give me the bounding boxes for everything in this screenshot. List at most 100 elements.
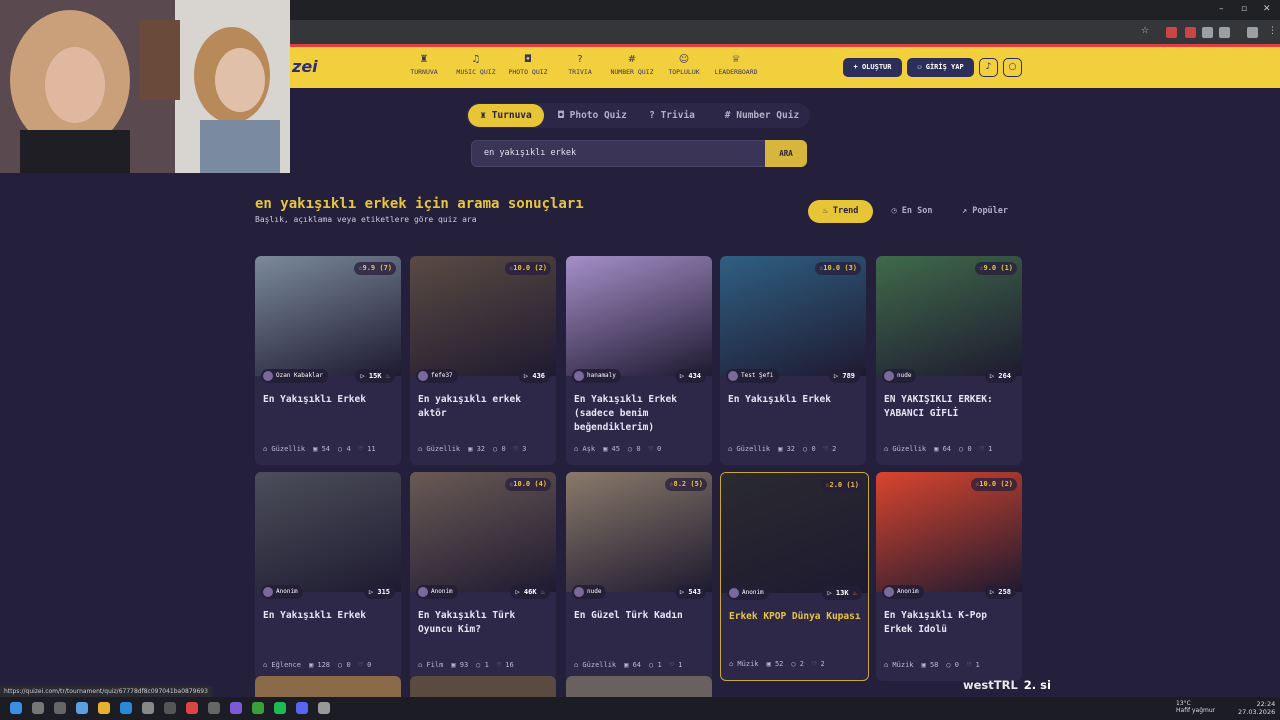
author-chip[interactable]: Anonim — [727, 586, 769, 600]
menu-kebab-icon[interactable]: ⋮ — [1268, 26, 1277, 36]
extensions-puzzle-icon[interactable] — [1219, 27, 1230, 38]
tab-photo-quiz[interactable]: ◘ Photo Quiz — [551, 104, 634, 127]
extension-icon[interactable] — [1202, 27, 1213, 38]
search-input[interactable]: en yakışıklı erkek — [471, 140, 766, 167]
quiz-card-peek[interactable] — [410, 676, 556, 697]
quiz-title[interactable]: En yakışıklı erkek aktör — [418, 393, 550, 421]
play-count-value: ▷ 789 — [833, 372, 855, 380]
like-count[interactable]: ♡ 0 — [359, 661, 372, 669]
login-button[interactable]: ⚇ GİRİŞ YAP — [907, 58, 974, 77]
create-button[interactable]: + OLUŞTUR — [843, 58, 902, 77]
quiz-card[interactable]: ☆10.0 (3) Test Şefi ▷ 789 En Yakışıklı Erke… — [720, 256, 866, 465]
category-tag[interactable]: ⌂ Aşk — [574, 445, 595, 453]
quiz-card[interactable]: ☆10.0 (2) fefe37 ▷ 436 En yakışıklı erkek a… — [410, 256, 556, 465]
start-icon[interactable] — [10, 702, 22, 714]
restore-icon[interactable]: ▫ — [1241, 4, 1247, 14]
discord-icon[interactable] — [296, 702, 308, 714]
author-chip[interactable]: fefe37 — [416, 369, 458, 383]
edge-icon[interactable] — [120, 702, 132, 714]
quiz-card-peek[interactable] — [255, 676, 401, 697]
quiz-card[interactable]: ☆10.0 (2) Anonim ▷ 258 En Yakışıklı K-Pop E… — [876, 472, 1022, 681]
task-view-icon[interactable] — [54, 702, 66, 714]
close-icon[interactable]: ✕ — [1263, 4, 1271, 14]
bell-icon[interactable]: ♪ — [979, 58, 998, 77]
quiz-title[interactable]: En Yakışıklı Erkek — [728, 393, 860, 407]
tab-trivia[interactable]: ? Trivia — [641, 104, 703, 127]
search-taskbar-icon[interactable] — [32, 702, 44, 714]
xbox-icon[interactable] — [252, 702, 264, 714]
category-tag[interactable]: ⌂ Güzellik — [884, 445, 926, 453]
system-clock[interactable]: 22:24 27.03.2026 — [1238, 700, 1275, 716]
like-count[interactable]: ♡ 11 — [359, 445, 376, 453]
like-count[interactable]: ♡ 3 — [514, 445, 527, 453]
quiz-card[interactable]: hanamaly ▷ 434 En Yakışıklı Erkek (sadece … — [566, 256, 712, 465]
chrome-icon[interactable] — [186, 702, 198, 714]
settings-icon[interactable] — [164, 702, 176, 714]
category-tag[interactable]: ⌂ Müzik — [884, 661, 914, 669]
search-icon[interactable]: ○ — [1003, 58, 1022, 77]
obs-icon[interactable] — [230, 702, 242, 714]
author-chip[interactable]: nude — [572, 585, 607, 599]
quiz-card[interactable]: ☆8.2 (5) nude ▷ 543 En Güzel Türk Kadın ⌂ Gü… — [566, 472, 712, 681]
quiz-title[interactable]: Erkek KPOP Dünya Kupası — [729, 610, 861, 624]
author-chip[interactable]: Anonim — [416, 585, 458, 599]
quiz-title[interactable]: En Yakışıklı Erkek — [263, 609, 395, 623]
author-chip[interactable]: Anonim — [882, 585, 924, 599]
sort-popüler[interactable]: ↗ Popüler — [951, 200, 1019, 223]
tab-number-quiz[interactable]: # Number Quiz — [716, 104, 808, 127]
quiz-card[interactable]: ☆9.0 (1) nude ▷ 264 EN YAKIŞIKLI ERKEK: YAB… — [876, 256, 1022, 465]
category-tag[interactable]: ⌂ Güzellik — [263, 445, 305, 453]
like-count[interactable]: ♡ 2 — [812, 660, 825, 668]
category-tag[interactable]: ⌂ Film — [418, 661, 443, 669]
widgets-icon[interactable] — [76, 702, 88, 714]
profile-icon[interactable] — [1247, 27, 1258, 38]
author-chip[interactable]: Anonim — [261, 585, 303, 599]
author-name: Anonim — [742, 589, 764, 596]
like-count[interactable]: ♡ 0 — [649, 445, 662, 453]
card-meta: ⌂ Aşk ▣ 45 ○ 0 ♡ 0 — [574, 445, 669, 453]
category-tag[interactable]: ⌂ Eğlence — [263, 661, 301, 669]
bookmark-star-icon[interactable]: ☆ — [1141, 26, 1149, 36]
like-count[interactable]: ♡ 2 — [824, 445, 837, 453]
site-logo[interactable]: zei — [292, 57, 318, 76]
quiz-card[interactable]: ☆9.9 (7) Ozan Kabaklar ▷ 15K ♨ En Yakışıklı… — [255, 256, 401, 465]
play-count-value: ▷ 258 — [989, 588, 1011, 596]
minimize-icon[interactable]: – — [1219, 4, 1224, 14]
like-count[interactable]: ♡ 1 — [967, 661, 980, 669]
store-icon[interactable] — [142, 702, 154, 714]
like-count[interactable]: ♡ 16 — [497, 661, 514, 669]
like-count[interactable]: ♡ 1 — [980, 445, 993, 453]
spotify-icon[interactable] — [274, 702, 286, 714]
app-icon[interactable] — [318, 702, 330, 714]
author-chip[interactable]: Test Şefi — [726, 369, 779, 383]
extension-icon[interactable] — [1166, 27, 1177, 38]
category-tag[interactable]: ⌂ Müzik — [729, 660, 759, 668]
quiz-title[interactable]: En Yakışıklı Erkek (sadece benim beğendi… — [574, 393, 706, 435]
weather-widget[interactable]: 13°C Hafif yağmur — [1176, 700, 1215, 714]
category-tag[interactable]: ⌂ Güzellik — [574, 661, 616, 669]
quiz-card[interactable]: ☆10.0 (4) Anonim ▷ 46K ♨ En Yakışıklı Türk … — [410, 472, 556, 681]
quiz-title[interactable]: En Yakışıklı Türk Oyuncu Kim? — [418, 609, 550, 637]
sort-en-son[interactable]: ◷ En Son — [879, 200, 945, 223]
quiz-title[interactable]: En Yakışıklı Erkek — [263, 393, 395, 407]
category-tag[interactable]: ⌂ Güzellik — [418, 445, 460, 453]
extension-icon[interactable] — [1185, 27, 1196, 38]
sort-trend[interactable]: ♨ Trend — [808, 200, 873, 223]
author-chip[interactable]: Ozan Kabaklar — [261, 369, 328, 383]
author-chip[interactable]: hanamaly — [572, 369, 621, 383]
nav-leaderboard[interactable]: ♕ LEADERBOARD — [701, 53, 771, 77]
category-tag[interactable]: ⌂ Güzellik — [728, 445, 770, 453]
tab-turnuva[interactable]: ♜ Turnuva — [468, 104, 544, 127]
quiz-card-peek[interactable] — [566, 676, 712, 697]
quiz-title[interactable]: En Güzel Türk Kadın — [574, 609, 706, 623]
quiz-card[interactable]: ☆2.0 (1) Anonim ▷ 13K ♨ Erkek KPOP Dünya Ku… — [720, 472, 869, 681]
author-chip[interactable]: nude — [882, 369, 917, 383]
quiz-title[interactable]: EN YAKIŞIKLI ERKEK: YABANCI GİFLİ — [884, 393, 1016, 421]
comment-count: ○ 0 — [959, 445, 972, 453]
file-explorer-icon[interactable] — [98, 702, 110, 714]
camera-icon[interactable] — [208, 702, 220, 714]
quiz-title[interactable]: En Yakışıklı K-Pop Erkek Idolü — [884, 609, 1016, 637]
quiz-card[interactable]: Anonim ▷ 315 En Yakışıklı Erkek ⌂ Eğlence ▣ … — [255, 472, 401, 681]
search-button[interactable]: ARA — [765, 140, 807, 167]
like-count[interactable]: ♡ 1 — [670, 661, 683, 669]
